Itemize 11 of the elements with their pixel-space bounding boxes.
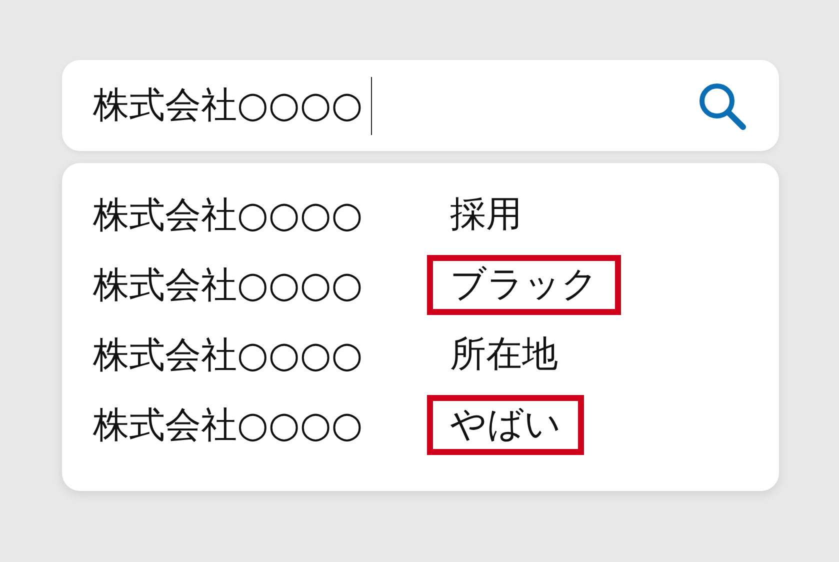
suggestion-keyword[interactable]: ブラック [427, 255, 621, 315]
suggestion-keyword[interactable]: やばい [427, 395, 584, 455]
text-cursor [370, 76, 372, 134]
suggestion-query[interactable]: 株式会社○○○○ [93, 400, 427, 450]
search-icon[interactable] [697, 80, 747, 130]
suggestion-query[interactable]: 株式会社○○○○ [93, 330, 427, 380]
search-field[interactable]: 株式会社○○○○ [93, 84, 363, 128]
suggestion-query[interactable]: 株式会社○○○○ [93, 190, 427, 240]
suggestion-query[interactable]: 株式会社○○○○ [93, 260, 427, 310]
suggestion-keyword[interactable]: 所在地 [427, 325, 581, 385]
suggestion-keyword[interactable]: 採用 [427, 185, 545, 245]
